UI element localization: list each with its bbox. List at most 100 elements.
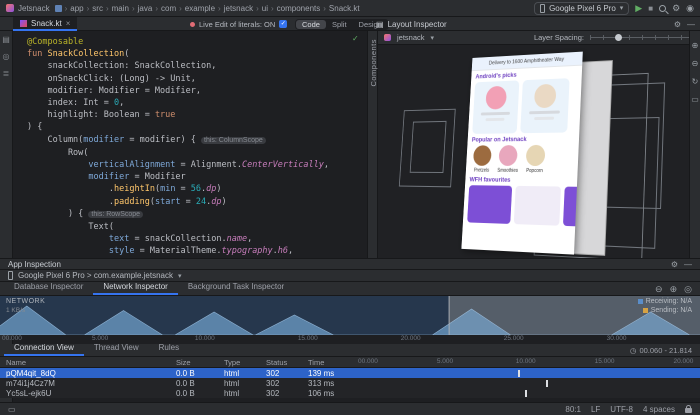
breadcrumb-item[interactable]: src	[92, 4, 103, 13]
live-edit-label: Live Edit of literals: ON	[199, 20, 275, 29]
gear-icon[interactable]: ⚙	[671, 260, 678, 269]
breadcrumb-item[interactable]: com	[161, 4, 176, 13]
run-button[interactable]: ▶	[635, 4, 642, 13]
cell-time: 139 ms	[302, 369, 357, 378]
stop-button[interactable]: ■	[648, 4, 653, 13]
lock-icon[interactable]	[685, 408, 692, 413]
layout-inspector-canvas[interactable]: Delivery to 1600 Amphitheater Way Androi…	[378, 45, 689, 258]
fit-screen-icon[interactable]: ▭	[691, 95, 699, 104]
project-tool-icon[interactable]: ▤	[2, 35, 10, 44]
connection-table-header: Name Size Type Status Time 00.0005.00010…	[0, 357, 700, 368]
zoom-out-icon[interactable]: ⊖	[655, 284, 663, 295]
cell-size: 0.0 B	[170, 389, 218, 398]
reset-view-icon[interactable]: ↻	[692, 77, 699, 86]
connection-view-tabs: Connection ViewThread ViewRules	[0, 344, 700, 357]
table-row[interactable]: Yc5sL-ejk6U0.0 Bhtml302106 ms	[0, 388, 700, 398]
breadcrumb-item[interactable]: components	[277, 4, 321, 13]
cell-type: html	[218, 369, 260, 378]
component-tree-stripe: Components	[367, 31, 378, 258]
code-editor[interactable]: @Composablefun SnackCollection( snackCol…	[13, 31, 367, 258]
gear-icon[interactable]: ⚙	[674, 20, 681, 29]
tab-thread-view[interactable]: Thread View	[84, 343, 149, 356]
gear-icon[interactable]: ⚙	[672, 4, 680, 13]
tool-window-icon[interactable]: ▭	[8, 405, 16, 414]
table-row[interactable]: m74i1j4Cz7M0.0 Bhtml302313 ms	[0, 378, 700, 388]
panel-icon: ▤	[376, 20, 384, 29]
vcs-tool-icon[interactable]: ◎	[3, 52, 10, 61]
wfh-card	[514, 186, 561, 226]
tab-background-task-inspector[interactable]: Background Task Inspector	[178, 282, 294, 295]
file-encoding[interactable]: UTF-8	[610, 405, 633, 414]
breadcrumb-item[interactable]: jetsnack	[224, 4, 253, 13]
sending-legend: Sending: N/A	[638, 307, 692, 314]
slider-thumb[interactable]	[615, 34, 622, 41]
minimize-icon[interactable]: —	[684, 260, 692, 269]
inspector-tabs: Database InspectorNetwork InspectorBackg…	[0, 282, 700, 296]
column-header-status[interactable]: Status	[260, 358, 302, 367]
network-timeline[interactable]: NETWORK 1 KB/s Receiving: N/A Sending: N…	[0, 296, 700, 335]
phone-screen[interactable]: Delivery to 1600 Amphitheater Way Androi…	[461, 52, 582, 255]
column-header-time[interactable]: Time	[302, 358, 357, 367]
component-tree-tab[interactable]: Components	[369, 39, 378, 87]
structure-tool-icon[interactable]: ≣	[3, 69, 10, 78]
breadcrumb-item[interactable]: example	[185, 4, 215, 13]
network-chart[interactable]	[0, 296, 700, 337]
process-selector[interactable]: jetsnack	[397, 33, 425, 42]
breadcrumb-item[interactable]: java	[138, 4, 153, 13]
axis-tick: 20.000	[401, 335, 421, 342]
column-header-size[interactable]: Size	[170, 358, 218, 367]
minimize-icon[interactable]: —	[687, 20, 695, 29]
tab-network-inspector[interactable]: Network Inspector	[93, 282, 177, 295]
column-header-name[interactable]: Name	[0, 358, 170, 367]
axis-tick: 25.000	[504, 335, 524, 342]
zoom-out-icon[interactable]: ⊖	[692, 59, 699, 68]
device-selector[interactable]: Google Pixel 6 Pro ▾	[534, 2, 629, 15]
wfh-card	[467, 185, 512, 224]
breadcrumb-item[interactable]: Snack.kt	[329, 4, 360, 13]
timeline-tick: 00.000	[358, 358, 378, 365]
live-edit-checkbox[interactable]: ✓	[279, 20, 287, 28]
table-row[interactable]: pQM4qit_8dQ0.0 Bhtml302139 ms	[0, 368, 700, 378]
android-studio-window: Jetsnack›app›src›main›java›com›example›j…	[0, 0, 700, 415]
inspection-ok-check-icon: ✓	[352, 34, 359, 43]
process-icon	[384, 34, 391, 41]
mode-code[interactable]: Code	[296, 20, 326, 29]
tab-connection-view[interactable]: Connection View	[4, 343, 84, 356]
breadcrumb-item[interactable]: main	[112, 4, 129, 13]
timeline-tick: 20.000	[674, 358, 694, 365]
search-icon[interactable]	[659, 5, 666, 12]
close-icon[interactable]: ×	[66, 19, 71, 28]
cell-name: pQM4qit_8dQ	[0, 369, 170, 378]
tab-rules[interactable]: Rules	[149, 343, 189, 356]
sending-swatch	[643, 308, 648, 313]
indent-style[interactable]: 4 spaces	[643, 405, 675, 414]
breadcrumb-item[interactable]: app	[70, 4, 83, 13]
mode-split[interactable]: Split	[326, 20, 353, 29]
column-header-type[interactable]: Type	[218, 358, 260, 367]
wfh-row	[463, 185, 577, 226]
caret-position[interactable]: 80:1	[565, 405, 581, 414]
chevron-down-icon: ▾	[431, 34, 435, 42]
breadcrumb-item[interactable]: Jetsnack	[18, 4, 50, 13]
zoom-in-icon[interactable]: ⊕	[692, 41, 699, 50]
notifications-icon[interactable]: ◉	[686, 4, 694, 13]
editor-tab-bar: Snack.kt × Live Edit of literals: ON ✓ C…	[0, 17, 700, 31]
tab-database-inspector[interactable]: Database Inspector	[4, 282, 93, 295]
inspection-process-selector[interactable]: Google Pixel 6 Pro > com.example.jetsnac…	[18, 271, 173, 280]
breadcrumb-separator: ›	[155, 4, 158, 13]
layer-spacing-slider[interactable]	[590, 35, 694, 40]
time-range: ◷ 00.060 - 21.814	[630, 346, 692, 355]
layer-spacing-label: Layer Spacing:	[534, 33, 584, 42]
code-line: modifier: Modifier = Modifier,	[27, 85, 367, 97]
breadcrumb-separator: ›	[87, 4, 90, 13]
editor-tab-snack[interactable]: Snack.kt ×	[13, 17, 77, 31]
breadcrumb-item[interactable]: ui	[262, 4, 268, 13]
reset-zoom-icon[interactable]: ◎	[684, 284, 692, 295]
code-area[interactable]: @Composablefun SnackCollection( snackCol…	[13, 31, 367, 258]
live-edit-indicator: Live Edit of literals: ON ✓	[190, 17, 287, 31]
cell-status: 302	[260, 389, 302, 398]
zoom-in-icon[interactable]: ⊕	[670, 284, 678, 295]
timeline-tick: 10.000	[516, 358, 536, 365]
kotlin-file-icon	[20, 20, 27, 27]
line-separator[interactable]: LF	[591, 405, 600, 414]
